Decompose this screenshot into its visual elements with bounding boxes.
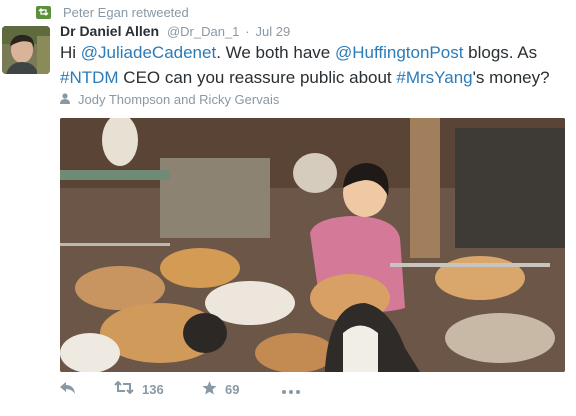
- hashtag-link[interactable]: #NTDM: [60, 68, 119, 87]
- star-icon: [202, 380, 217, 398]
- author-name[interactable]: Dr Daniel Allen: [60, 23, 159, 39]
- tweet-text-segment: blogs. As: [463, 43, 538, 62]
- reply-button[interactable]: [60, 381, 114, 397]
- retweet-context-label: Peter Egan retweeted: [63, 4, 189, 20]
- tweet-text: Hi @JuliadeCadenet. We both have @Huffin…: [60, 40, 565, 90]
- header-separator: ·: [245, 24, 250, 39]
- tweet-text-segment: CEO can you reassure public about: [118, 68, 397, 87]
- retweet-count: 136: [142, 381, 164, 397]
- mention-link[interactable]: @JuliadeCadenet: [81, 43, 216, 62]
- tweet-actions: 136 69: [60, 378, 300, 400]
- more-button[interactable]: [282, 382, 300, 397]
- tweet-header: Dr Daniel Allen @Dr_Dan_1 · Jul 29: [60, 23, 290, 39]
- people-context-label: Jody Thompson and Ricky Gervais: [78, 92, 280, 107]
- tweet-text-segment: Hi: [60, 43, 81, 62]
- tweet-text-segment: . We both have: [216, 43, 335, 62]
- mention-link[interactable]: @HuffingtonPost: [335, 43, 463, 62]
- retweet-button[interactable]: 136: [114, 380, 202, 397]
- people-context[interactable]: Jody Thompson and Ricky Gervais: [60, 92, 279, 107]
- tweet-photo[interactable]: [60, 118, 565, 372]
- person-icon: [60, 92, 70, 107]
- avatar[interactable]: [2, 26, 50, 74]
- tweet-text-segment: 's money?: [472, 68, 550, 87]
- retweet-action-icon: [114, 380, 134, 397]
- author-handle[interactable]: @Dr_Dan_1: [167, 24, 239, 39]
- reply-icon: [60, 381, 76, 397]
- favorite-count: 69: [225, 381, 240, 397]
- favorite-button[interactable]: 69: [202, 380, 282, 398]
- retweet-context[interactable]: Peter Egan retweeted: [36, 4, 189, 20]
- hashtag-link[interactable]: #MrsYang: [396, 68, 472, 87]
- retweet-icon: [36, 5, 51, 19]
- more-icon: [282, 382, 300, 397]
- tweet-timestamp[interactable]: Jul 29: [256, 24, 291, 39]
